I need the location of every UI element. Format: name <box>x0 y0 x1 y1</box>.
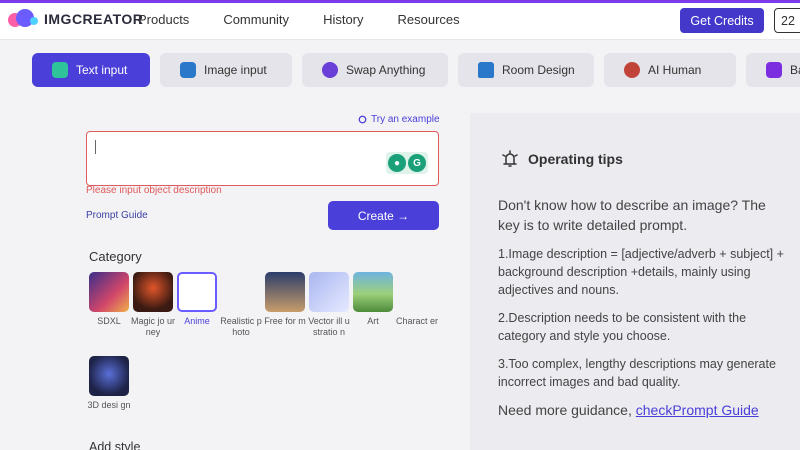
image-icon <box>180 62 196 78</box>
category-free-form[interactable]: Free for m <box>264 272 306 327</box>
brand-logo[interactable]: IMGCREATOR <box>8 9 143 29</box>
category-thumb <box>353 272 393 312</box>
category-anime[interactable]: Anime <box>177 272 217 327</box>
category-thumb <box>397 272 437 312</box>
tab-image-input[interactable]: Image input <box>160 53 292 87</box>
category-magic-journey[interactable]: Magic jo urney <box>131 272 175 338</box>
operating-tips-panel: Operating tips Don't know how to describ… <box>470 113 800 450</box>
nav-products[interactable]: Products <box>138 12 189 27</box>
tab-room-design[interactable]: Room Design <box>458 53 594 87</box>
more-guidance: Need more guidance, checkPrompt Guide <box>498 402 759 418</box>
category-3d-design[interactable]: 3D desi gn <box>87 356 131 411</box>
tab-back[interactable]: Back <box>746 53 800 87</box>
category-thumb <box>89 356 129 396</box>
add-style-label: Add style <box>89 440 141 450</box>
check-prompt-guide-link[interactable]: checkPrompt Guide <box>636 402 759 418</box>
tips-body: Don't know how to describe an image? The… <box>498 195 790 419</box>
tips-lead: Don't know how to describe an image? The… <box>498 197 766 233</box>
person-icon <box>624 62 640 78</box>
category-sdxl[interactable]: SDXL <box>89 272 129 327</box>
lightbulb-icon[interactable]: ● <box>388 154 406 172</box>
nav-community[interactable]: Community <box>223 12 289 27</box>
bell-icon <box>502 150 518 167</box>
top-accent-bar <box>0 0 800 3</box>
top-navbar: IMGCREATOR Products Community History Re… <box>0 0 800 40</box>
back-icon <box>766 62 782 78</box>
refresh-icon <box>358 115 367 124</box>
get-credits-button[interactable]: Get Credits <box>680 8 764 33</box>
category-thumb <box>221 272 261 312</box>
category-thumb <box>89 272 129 312</box>
tip-item: 3.Too complex, lengthy descriptions may … <box>498 357 776 389</box>
tip-item: 2.Description needs to be consistent wit… <box>498 311 747 343</box>
tab-swap-anything[interactable]: Swap Anything <box>302 53 448 87</box>
main-nav: Products Community History Resources <box>138 12 460 27</box>
category-character[interactable]: Charact er <box>396 272 438 327</box>
category-thumb <box>177 272 217 312</box>
category-vector-illustration[interactable]: Vector ill ustratio n <box>308 272 350 338</box>
category-thumb <box>133 272 173 312</box>
prompt-tools: ● G <box>386 152 428 174</box>
category-art[interactable]: Art <box>353 272 393 327</box>
credits-count[interactable]: 22 <box>774 8 800 33</box>
grammarly-icon[interactable]: G <box>408 154 426 172</box>
category-thumb <box>265 272 305 312</box>
prompt-error: Please input object description <box>86 185 222 196</box>
logo-mark-icon <box>8 9 40 29</box>
category-label: Category <box>89 249 142 264</box>
text-caret <box>95 140 96 154</box>
text-icon <box>52 62 68 78</box>
nav-history[interactable]: History <box>323 12 363 27</box>
category-thumb <box>309 272 349 312</box>
try-example-link[interactable]: Try an example <box>358 114 440 125</box>
tab-ai-human[interactable]: AI Human <box>604 53 736 87</box>
category-realistic-photo[interactable]: Realistic photo <box>220 272 262 338</box>
mode-tabs: Text input Image input Swap Anything Roo… <box>32 53 800 87</box>
brand-name: IMGCREATOR <box>44 11 144 27</box>
tips-header: Operating tips <box>500 149 623 169</box>
prompt-textarea[interactable]: ● G <box>86 131 439 186</box>
home-icon <box>478 62 494 78</box>
swap-icon <box>322 62 338 78</box>
tip-item: 1.Image description = [adjective/adverb … <box>498 247 784 297</box>
create-button[interactable]: Create → <box>328 201 439 230</box>
tab-text-input[interactable]: Text input <box>32 53 150 87</box>
nav-resources[interactable]: Resources <box>398 12 460 27</box>
prompt-guide-link[interactable]: Prompt Guide <box>86 210 148 221</box>
